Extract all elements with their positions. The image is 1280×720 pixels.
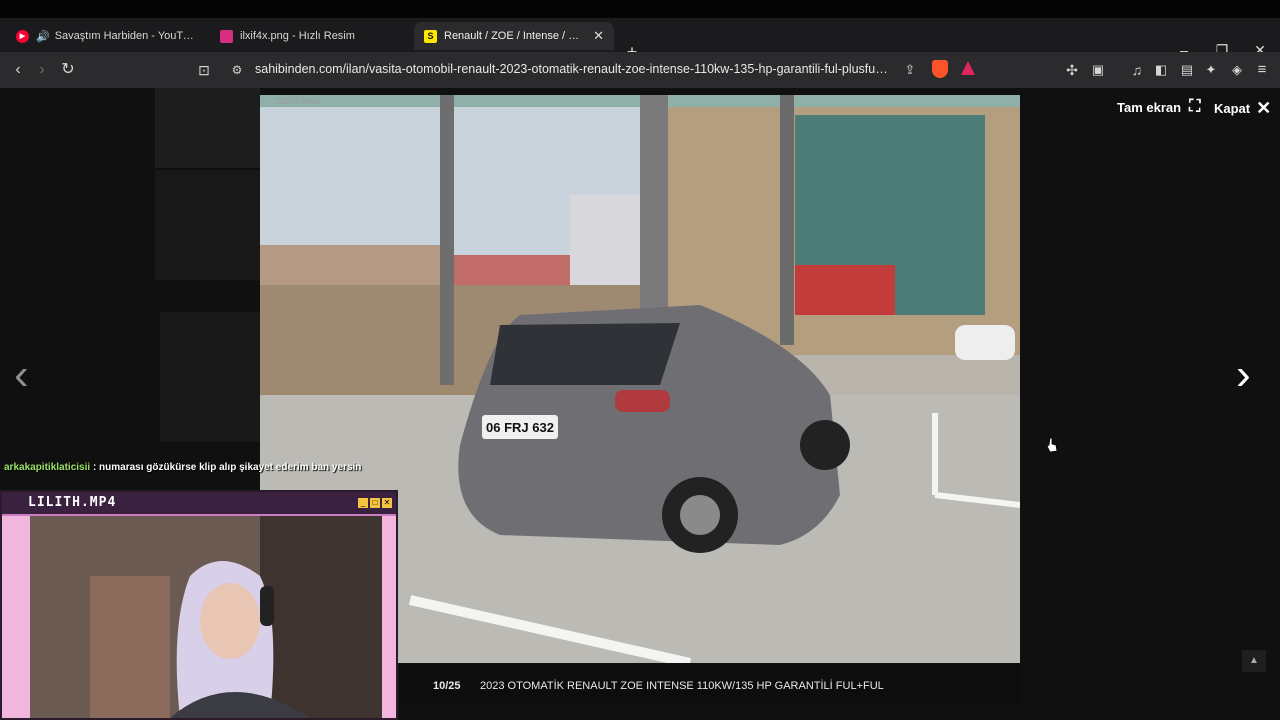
brave-shields-icon[interactable]: [932, 60, 948, 78]
close-icon: ✕: [1256, 98, 1272, 118]
webcam-title-bar: LILITH.MP4: [2, 492, 396, 514]
background-thumbnail: [155, 88, 260, 168]
media-icon[interactable]: ♫: [1127, 60, 1147, 80]
close-label: Kapat: [1214, 101, 1251, 116]
photo-id: 292767886: [275, 96, 321, 106]
license-plate: 06 FRJ 632: [486, 420, 554, 435]
share-icon[interactable]: ⇪: [900, 60, 920, 80]
photo-caption-bar: 10/25 2023 OTOMATİK RENAULT ZOE INTENSE …: [400, 664, 1020, 704]
menu-icon[interactable]: ≡: [1252, 60, 1272, 80]
scroll-to-top-button[interactable]: ▲: [1242, 650, 1266, 672]
previous-photo-button[interactable]: ‹: [14, 350, 29, 400]
minimize-icon: _: [358, 498, 368, 508]
tab-youtube[interactable]: ▶ 🔊 Savaştım Harbiden - YouTube Mu: [6, 22, 206, 50]
chat-username: arkakapitiklaticisii: [4, 462, 91, 473]
url-field[interactable]: sahibinden.com/ilan/vasita-otomobil-rena…: [255, 62, 890, 76]
top-strip: [0, 0, 1280, 18]
bookmark-icon[interactable]: ⊡: [194, 60, 214, 80]
fullscreen-icon: ⛶: [1189, 98, 1201, 115]
maximize-icon: □: [370, 498, 380, 508]
sidebar-icon[interactable]: ◧: [1151, 60, 1171, 80]
tab-image[interactable]: ilxif4x.png - Hızlı Resim: [210, 22, 410, 50]
sahibinden-icon: S: [424, 29, 437, 43]
audio-icon[interactable]: 🔊: [36, 30, 50, 43]
youtube-icon: ▶: [16, 29, 29, 43]
close-icon: ✕: [382, 498, 392, 508]
close-gallery-button[interactable]: Kapat ✕: [1214, 98, 1271, 119]
fullscreen-button[interactable]: Tam ekran ⛶: [1117, 98, 1200, 116]
navigation-bar: ‹ › ↻ ⊡ ⚙ sahibinden.com/ilan/vasita-oto…: [0, 52, 1280, 88]
vpn-icon[interactable]: ◈: [1227, 60, 1247, 80]
webcam-frame-left: [2, 516, 30, 718]
close-tab-icon[interactable]: ✕: [593, 28, 604, 44]
chat-text: : numarası gözükürse klip alıp şikayet e…: [92, 462, 362, 473]
site-settings-icon[interactable]: ⚙: [227, 60, 247, 80]
webcam-overlay: LILITH.MP4 _ □ ✕: [0, 490, 398, 720]
stream-chat-message: arkakapitiklaticisii : numarası gözükürs…: [4, 462, 361, 473]
leo-ai-icon[interactable]: ✦: [1201, 60, 1221, 80]
hand-cursor-icon: [1046, 437, 1058, 453]
fullscreen-label: Tam ekran: [1117, 99, 1182, 115]
forward-button[interactable]: ›: [32, 60, 52, 80]
tab-sahibinden[interactable]: S Renault / ZOE / Intense / 2023 O ✕: [414, 22, 614, 50]
extensions-icon[interactable]: ✣: [1062, 60, 1082, 80]
brave-rewards-icon[interactable]: [961, 61, 975, 75]
reload-button[interactable]: ↻: [58, 60, 78, 80]
streamer-video-image: [30, 516, 382, 718]
webcam-video: [30, 516, 382, 718]
tab-label: Renault / ZOE / Intense / 2023 O: [444, 30, 585, 42]
photo-counter: 10/25: [433, 680, 461, 692]
screenshot-icon[interactable]: ▣: [1088, 60, 1108, 80]
listing-title: 2023 OTOMATİK RENAULT ZOE INTENSE 110KW/…: [480, 680, 884, 692]
wallet-icon[interactable]: ▤: [1177, 60, 1197, 80]
background-thumbnail: [160, 312, 260, 442]
background-thumbnail: [155, 170, 260, 280]
back-button[interactable]: ‹: [8, 60, 28, 80]
webcam-title: LILITH.MP4: [28, 495, 117, 510]
tab-label: ilxif4x.png - Hızlı Resim: [240, 30, 355, 42]
webcam-frame-right: [382, 516, 396, 718]
next-photo-button[interactable]: ›: [1236, 350, 1251, 400]
tab-label: Savaştım Harbiden - YouTube Mu: [54, 30, 196, 42]
tab-bar: ▶ 🔊 Savaştım Harbiden - YouTube Mu ilxif…: [0, 18, 1280, 62]
image-icon: [220, 29, 233, 43]
